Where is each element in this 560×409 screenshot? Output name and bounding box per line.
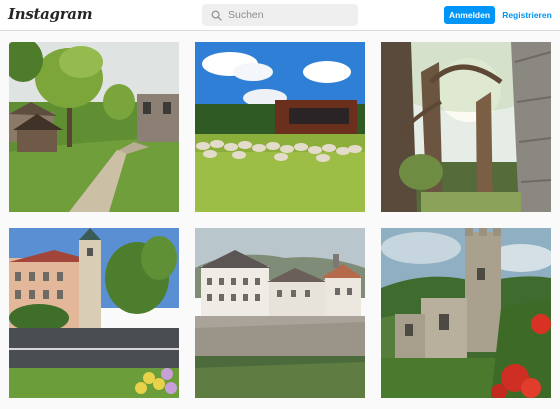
instagram-logo[interactable]: Instagram — [8, 5, 93, 23]
post-image-park — [9, 42, 179, 212]
top-navigation-bar: Instagram Anmelden Registrieren — [0, 0, 560, 31]
post-image-sheep-field — [195, 42, 365, 212]
post-image-stone-tree — [381, 42, 551, 212]
post-image-town-street — [9, 228, 179, 398]
search-icon — [211, 10, 222, 21]
post-thumbnail[interactable] — [381, 42, 551, 212]
post-image-castle-ruin — [381, 228, 551, 398]
register-link[interactable]: Registrieren — [499, 6, 555, 24]
search-box[interactable] — [202, 4, 358, 26]
post-thumbnail[interactable] — [9, 228, 179, 398]
post-thumbnail[interactable] — [381, 228, 551, 398]
post-thumbnail[interactable] — [195, 42, 365, 212]
post-thumbnail[interactable] — [195, 228, 365, 398]
login-button[interactable]: Anmelden — [444, 6, 495, 24]
post-image-castle-moat — [195, 228, 365, 398]
search-input[interactable] — [228, 9, 348, 21]
post-thumbnail[interactable] — [9, 42, 179, 212]
